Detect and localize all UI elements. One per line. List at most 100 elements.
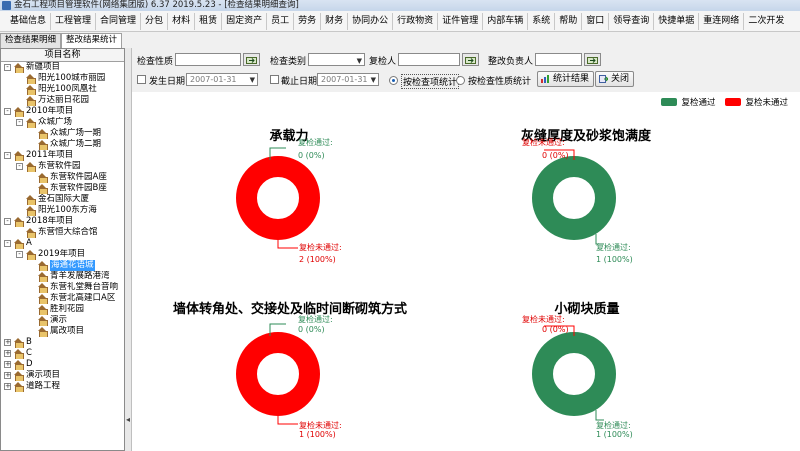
tree-node[interactable]: - 2011年项目 bbox=[1, 150, 124, 161]
tree-node[interactable]: 胜利花园 bbox=[1, 304, 124, 315]
collapse-icon[interactable]: - bbox=[4, 240, 11, 247]
occur-date-picker[interactable]: 2007-01-31 ▼ bbox=[186, 73, 258, 86]
menu-item-office[interactable]: 协同办公 bbox=[348, 12, 394, 30]
menu-item-leader-query[interactable]: 领导查询 bbox=[609, 12, 655, 30]
end-date-checkbox[interactable] bbox=[270, 75, 279, 84]
tab-rectify-stats[interactable]: 整改结果统计 bbox=[61, 33, 123, 48]
check-category-select[interactable]: ▼ bbox=[308, 53, 365, 66]
tree-node[interactable]: + C bbox=[1, 348, 124, 359]
tree-node[interactable]: + B bbox=[1, 337, 124, 348]
menu-item-contract-management[interactable]: 合同管理 bbox=[96, 12, 142, 30]
radio-by-nature-label[interactable]: 按检查性质统计 bbox=[468, 74, 531, 87]
tree-node[interactable]: 金石国际大厦 bbox=[1, 194, 124, 205]
tree-node[interactable]: - 众城广场 bbox=[1, 117, 124, 128]
reviewer-input[interactable] bbox=[398, 53, 460, 66]
menu-item-vehicles[interactable]: 内部车辆 bbox=[483, 12, 529, 30]
check-nature-input[interactable] bbox=[175, 53, 241, 66]
menu-item-admin-supplies[interactable]: 行政物资 bbox=[393, 12, 439, 30]
collapse-icon[interactable]: - bbox=[16, 163, 23, 170]
tree-node[interactable]: + 演示项目 bbox=[1, 370, 124, 381]
expand-icon[interactable]: + bbox=[4, 383, 11, 390]
menu-item-reconnect[interactable]: 重连网络 bbox=[699, 12, 745, 30]
panel-splitter[interactable]: ◂ bbox=[125, 48, 132, 451]
tree-node[interactable]: 海通花语城 bbox=[1, 260, 124, 271]
tree-node[interactable]: 众城广场二期 bbox=[1, 139, 124, 150]
tree-node[interactable]: - 2010年项目 bbox=[1, 106, 124, 117]
radio-by-nature[interactable] bbox=[456, 76, 465, 85]
check-nature-lookup-button[interactable] bbox=[243, 53, 260, 66]
menu-item-project-management[interactable]: 工程管理 bbox=[51, 12, 97, 30]
menu-item-fixed-assets[interactable]: 固定资产 bbox=[222, 12, 268, 30]
tree-node[interactable]: + 道路工程 bbox=[1, 381, 124, 392]
project-house-icon bbox=[38, 283, 48, 293]
project-tree[interactable]: 项目名称 - 新疆项目 阳光100城市丽园 阳光100凤凰社 万达丽日花园 -2010年项… bbox=[0, 48, 125, 451]
tree-node[interactable]: - 东营软件园 bbox=[1, 161, 124, 172]
menu-item-materials[interactable]: 材料 bbox=[168, 12, 196, 30]
rectify-owner-lookup-button[interactable] bbox=[584, 53, 601, 66]
tree-node[interactable]: 阳光100凤凰社 bbox=[1, 84, 124, 95]
tree-node-label: 2018年项目 bbox=[26, 216, 74, 226]
tab-check-details[interactable]: 检查结果明细 bbox=[0, 33, 62, 48]
expand-icon[interactable]: + bbox=[4, 361, 11, 368]
occur-date-checkbox[interactable] bbox=[137, 75, 146, 84]
tree-node[interactable]: 万达丽日花园 bbox=[1, 95, 124, 106]
radio-by-item[interactable] bbox=[389, 76, 398, 85]
collapse-icon[interactable]: - bbox=[4, 218, 11, 225]
project-house-icon bbox=[38, 261, 48, 271]
tree-node[interactable]: - 新疆项目 bbox=[1, 62, 124, 73]
end-date-picker[interactable]: 2007-01-31 ▼ bbox=[317, 73, 379, 86]
close-button-label: 关闭 bbox=[611, 74, 630, 84]
tree-node[interactable]: 属改项目 bbox=[1, 326, 124, 337]
tree-body: - 新疆项目 阳光100城市丽园 阳光100凤凰社 万达丽日花园 -2010年项目 - 众城广… bbox=[1, 62, 124, 392]
tree-node[interactable]: 东营礼堂舞台音响 bbox=[1, 282, 124, 293]
menu-item-staff[interactable]: 员工 bbox=[267, 12, 295, 30]
collapse-icon[interactable]: - bbox=[16, 119, 23, 126]
collapse-icon[interactable]: - bbox=[4, 152, 11, 159]
tree-node[interactable]: 众城广场一期 bbox=[1, 128, 124, 139]
expand-icon[interactable]: + bbox=[4, 350, 11, 357]
menu-item-labor[interactable]: 劳务 bbox=[294, 12, 322, 30]
menu-item-quick-forms[interactable]: 快捷单据 bbox=[654, 12, 700, 30]
menu-item-basic-info[interactable]: 基础信息 bbox=[0, 12, 52, 30]
tree-node[interactable]: - 2019年项目 bbox=[1, 249, 124, 260]
menu-item-leasing[interactable]: 租赁 bbox=[195, 12, 223, 30]
tree-node[interactable]: 阳光100城市丽园 bbox=[1, 73, 124, 84]
close-button[interactable]: 关闭 bbox=[595, 71, 635, 87]
reviewer-lookup-button[interactable] bbox=[462, 53, 479, 66]
tree-node-label: 东营软件园 bbox=[38, 161, 81, 171]
menu-item-secondary-dev[interactable]: 二次开发 bbox=[744, 13, 788, 30]
close-door-icon bbox=[599, 75, 608, 83]
tree-node[interactable]: 东营北高建口A区 bbox=[1, 293, 124, 304]
radio-by-item-label[interactable]: 按检查项统计 bbox=[401, 74, 460, 89]
menu-item-certificates[interactable]: 证件管理 bbox=[438, 12, 484, 30]
collapse-icon[interactable]: - bbox=[16, 251, 23, 258]
menu-item-system[interactable]: 系统 bbox=[528, 12, 556, 30]
collapse-icon[interactable]: - bbox=[4, 64, 11, 71]
expand-icon[interactable]: + bbox=[4, 372, 11, 379]
chart-1-pass-value: 0 (0%) bbox=[298, 151, 325, 160]
menu-item-help[interactable]: 帮助 bbox=[555, 12, 583, 30]
rectify-owner-input[interactable] bbox=[535, 53, 582, 66]
menu-item-finance[interactable]: 财务 bbox=[321, 12, 349, 30]
menu-item-window[interactable]: 窗口 bbox=[582, 12, 610, 30]
tree-node[interactable]: 东营恒大综合馆 bbox=[1, 227, 124, 238]
project-house-icon bbox=[38, 272, 48, 282]
tree-node-label: 众城广场二期 bbox=[50, 139, 102, 149]
tree-node[interactable]: 阳光100东方海 bbox=[1, 205, 124, 216]
tree-node[interactable]: + D bbox=[1, 359, 124, 370]
tree-node[interactable]: - 2018年项目 bbox=[1, 216, 124, 227]
tree-node[interactable]: 青羊发展路港湾 bbox=[1, 271, 124, 282]
tree-node-label: 道路工程 bbox=[26, 381, 61, 391]
chart-2-slice-pass bbox=[532, 156, 616, 240]
menu-item-subcontract[interactable]: 分包 bbox=[141, 12, 169, 30]
tree-node[interactable]: 演示 bbox=[1, 315, 124, 326]
tree-node[interactable]: -A bbox=[1, 238, 124, 249]
tree-node-label: 阳光100城市丽园 bbox=[38, 73, 106, 83]
tree-node[interactable]: 东营软件园A座 bbox=[1, 172, 124, 183]
stats-result-button[interactable]: 统计结果 bbox=[537, 71, 595, 87]
collapse-arrow-icon[interactable]: ◂ bbox=[126, 415, 130, 424]
collapse-icon[interactable]: - bbox=[4, 108, 11, 115]
tree-node[interactable]: 东营软件园B座 bbox=[1, 183, 124, 194]
tree-node-label: 演示 bbox=[50, 315, 68, 325]
expand-icon[interactable]: + bbox=[4, 339, 11, 346]
